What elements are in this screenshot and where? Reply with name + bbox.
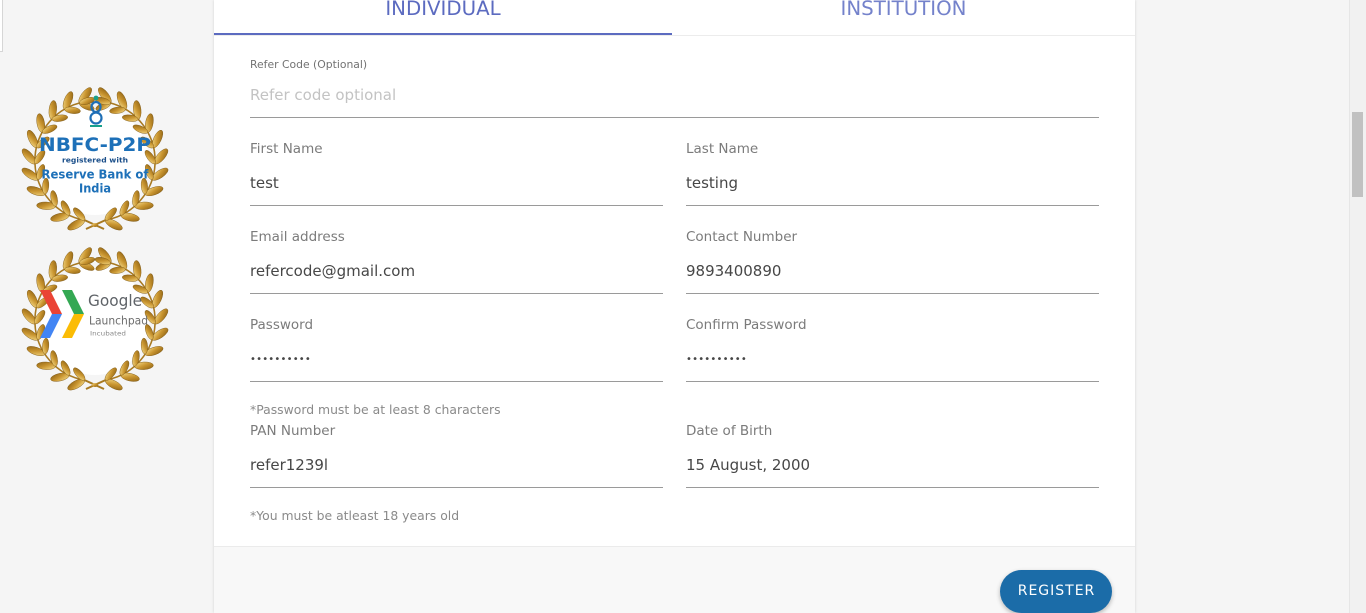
contact-number-label: Contact Number <box>686 229 798 245</box>
badge-status: Incubated <box>90 330 126 338</box>
laurel-leaf <box>64 266 81 274</box>
refer-code-label: Refer Code (Optional) <box>250 58 368 71</box>
form-footer <box>214 546 1135 613</box>
laurel-leaf <box>109 106 126 114</box>
email-label: Email address <box>250 229 345 245</box>
badge-line-2: India <box>79 182 111 196</box>
laurel-leaf <box>42 337 50 355</box>
laurel-knot <box>92 383 98 387</box>
first-name-label: First Name <box>250 141 323 157</box>
tab-institution[interactable]: INSTITUTION <box>672 0 1135 35</box>
pan-number-label: PAN Number <box>250 423 336 439</box>
last-name-label: Last Name <box>686 141 759 157</box>
partial-panel-edge <box>0 0 3 52</box>
google-launchpad-badge: Google Launchpad Incubated <box>20 246 170 396</box>
laurel-leaf <box>64 106 81 114</box>
contact-number-input[interactable] <box>686 258 1099 294</box>
scrollbar-thumb[interactable] <box>1352 112 1363 197</box>
badge-brand: Google <box>88 291 142 310</box>
confirm-password-label: Confirm Password <box>686 317 807 333</box>
password-input[interactable] <box>250 346 663 382</box>
register-button[interactable]: REGISTER <box>1000 570 1112 613</box>
pan-number-input[interactable] <box>250 452 663 488</box>
tab-individual-label: INDIVIDUAL <box>385 0 501 20</box>
confirm-password-input[interactable] <box>686 346 1099 382</box>
account-type-tabs: INDIVIDUAL INSTITUTION <box>214 0 1135 36</box>
tab-institution-label: INSTITUTION <box>840 0 967 20</box>
launchpad-seal-icon: Google Launchpad Incubated <box>21 247 169 391</box>
nbfc-seal-icon: NBFC-P2P registered with Reserve Bank of… <box>21 87 169 231</box>
tab-individual[interactable]: INDIVIDUAL <box>214 0 672 35</box>
badge-title: NBFC-P2P <box>39 134 151 156</box>
laurel-leaf <box>109 266 126 274</box>
badge-subtitle: registered with <box>62 157 128 165</box>
badge-product: Launchpad <box>89 314 148 328</box>
age-hint: *You must be atleast 18 years old <box>250 508 460 523</box>
password-label: Password <box>250 317 314 333</box>
badge-line-1: Reserve Bank of <box>42 168 150 182</box>
laurel-leaf <box>140 337 148 355</box>
nbfc-p2p-badge: NBFC-P2P registered with Reserve Bank of… <box>20 86 170 236</box>
date-of-birth-label: Date of Birth <box>686 423 773 439</box>
password-hint: *Password must be at least 8 characters <box>250 402 501 417</box>
last-name-input[interactable] <box>686 170 1099 206</box>
first-name-input[interactable] <box>250 170 663 206</box>
page-scrollbar[interactable] <box>1349 0 1366 613</box>
email-input[interactable] <box>250 258 663 294</box>
registration-card: INDIVIDUAL INSTITUTION Refer Code (Optio… <box>214 0 1135 613</box>
refer-code-input[interactable] <box>250 82 1099 118</box>
laurel-knot <box>92 223 98 227</box>
date-of-birth-input[interactable] <box>686 452 1099 488</box>
